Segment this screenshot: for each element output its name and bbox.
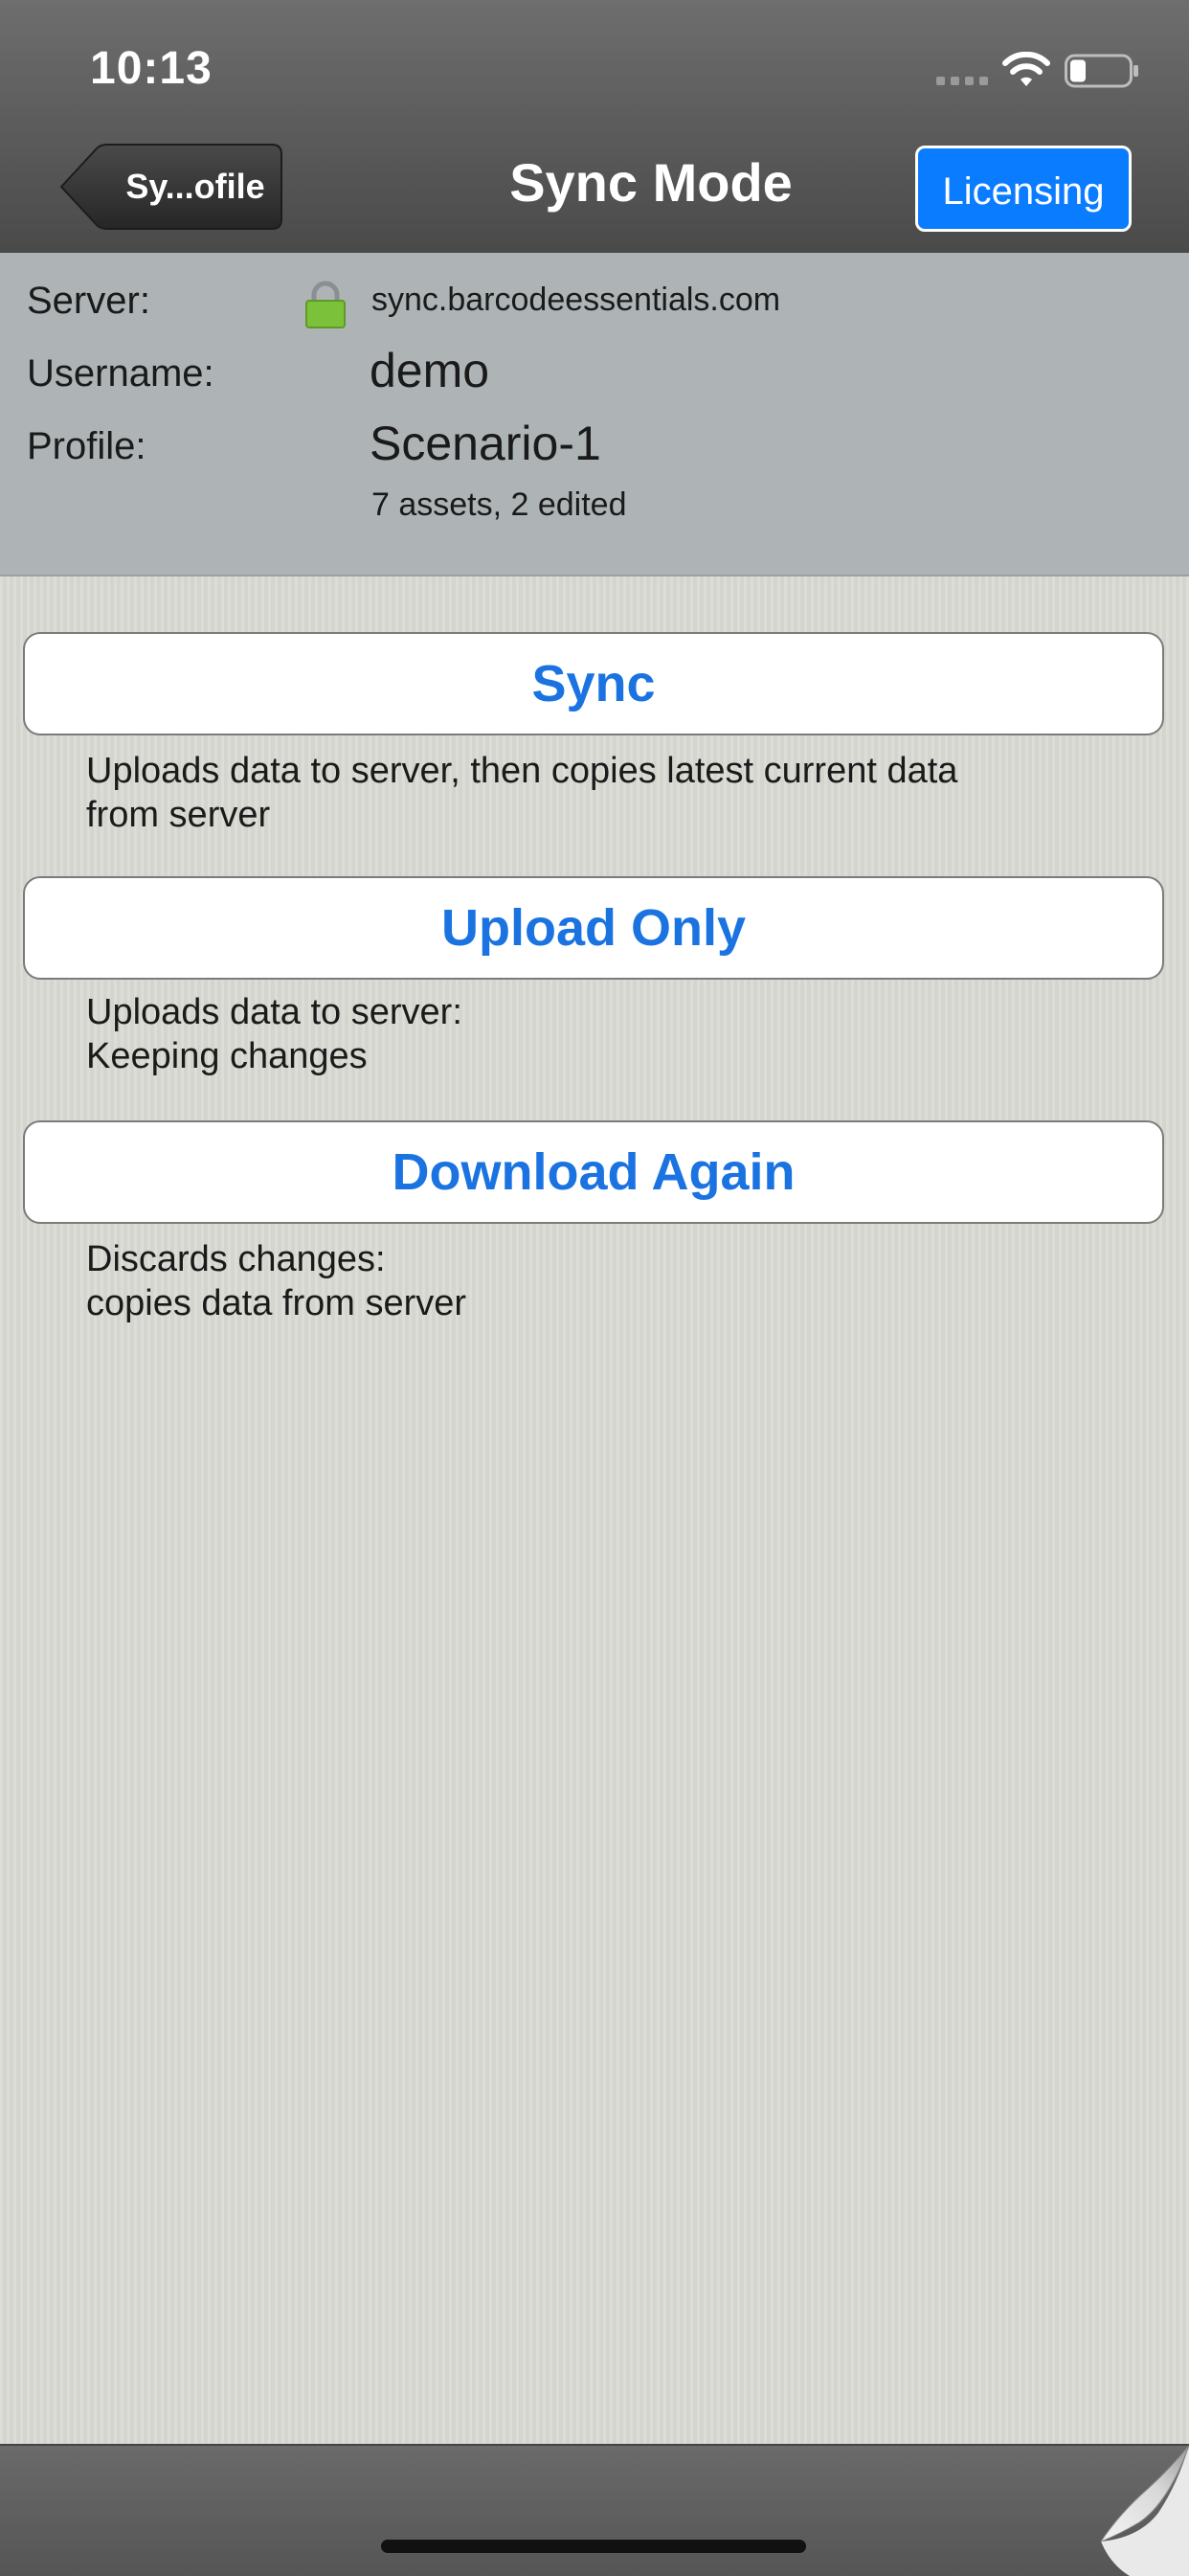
account-info-panel: Server: sync.barcodeessentials.com Usern… <box>0 253 1189 576</box>
sync-description: Uploads data to server, then copies late… <box>86 749 957 837</box>
profile-label: Profile: <box>27 425 146 467</box>
sync-description-line1: Uploads data to server, then copies late… <box>86 751 958 791</box>
page-title: Sync Mode <box>509 152 793 213</box>
download-again-description-line2: copies data from server <box>86 1283 467 1323</box>
download-again-description-line1: Discards changes: <box>86 1239 386 1279</box>
licensing-button[interactable]: Licensing <box>915 146 1132 232</box>
server-value: sync.barcodeessentials.com <box>371 282 781 318</box>
page-curl-icon[interactable] <box>1101 2446 1189 2576</box>
upload-only-description: Uploads data to server: Keeping changes <box>86 990 462 1078</box>
sync-options-area: Sync Uploads data to server, then copies… <box>0 576 1189 2444</box>
sync-description-line2: from server <box>86 795 271 835</box>
status-time: 10:13 <box>90 43 213 94</box>
server-label: Server: <box>27 280 150 322</box>
username-label: Username: <box>27 352 214 395</box>
download-again-description: Discards changes: copies data from serve… <box>86 1237 466 1325</box>
wifi-icon <box>1002 52 1050 86</box>
lock-icon <box>305 281 346 328</box>
home-indicator <box>381 2540 806 2553</box>
download-again-button[interactable]: Download Again <box>23 1120 1164 1224</box>
navigation-header: 10:13 Sy...ofile Sync Mode Licensing <box>0 0 1189 255</box>
back-button[interactable]: Sy...ofile <box>59 144 283 230</box>
username-value: demo <box>370 344 490 397</box>
upload-only-description-line2: Keeping changes <box>86 1036 368 1076</box>
back-button-label: Sy...ofile <box>125 167 265 206</box>
profile-value: Scenario-1 <box>370 417 601 470</box>
profile-detail: 7 assets, 2 edited <box>371 486 627 523</box>
bottom-toolbar <box>0 2444 1189 2576</box>
upload-only-description-line1: Uploads data to server: <box>86 992 462 1032</box>
upload-only-button[interactable]: Upload Only <box>23 876 1164 980</box>
cellular-signal-icon <box>936 77 990 88</box>
sync-button[interactable]: Sync <box>23 632 1164 735</box>
battery-icon <box>1065 54 1138 88</box>
